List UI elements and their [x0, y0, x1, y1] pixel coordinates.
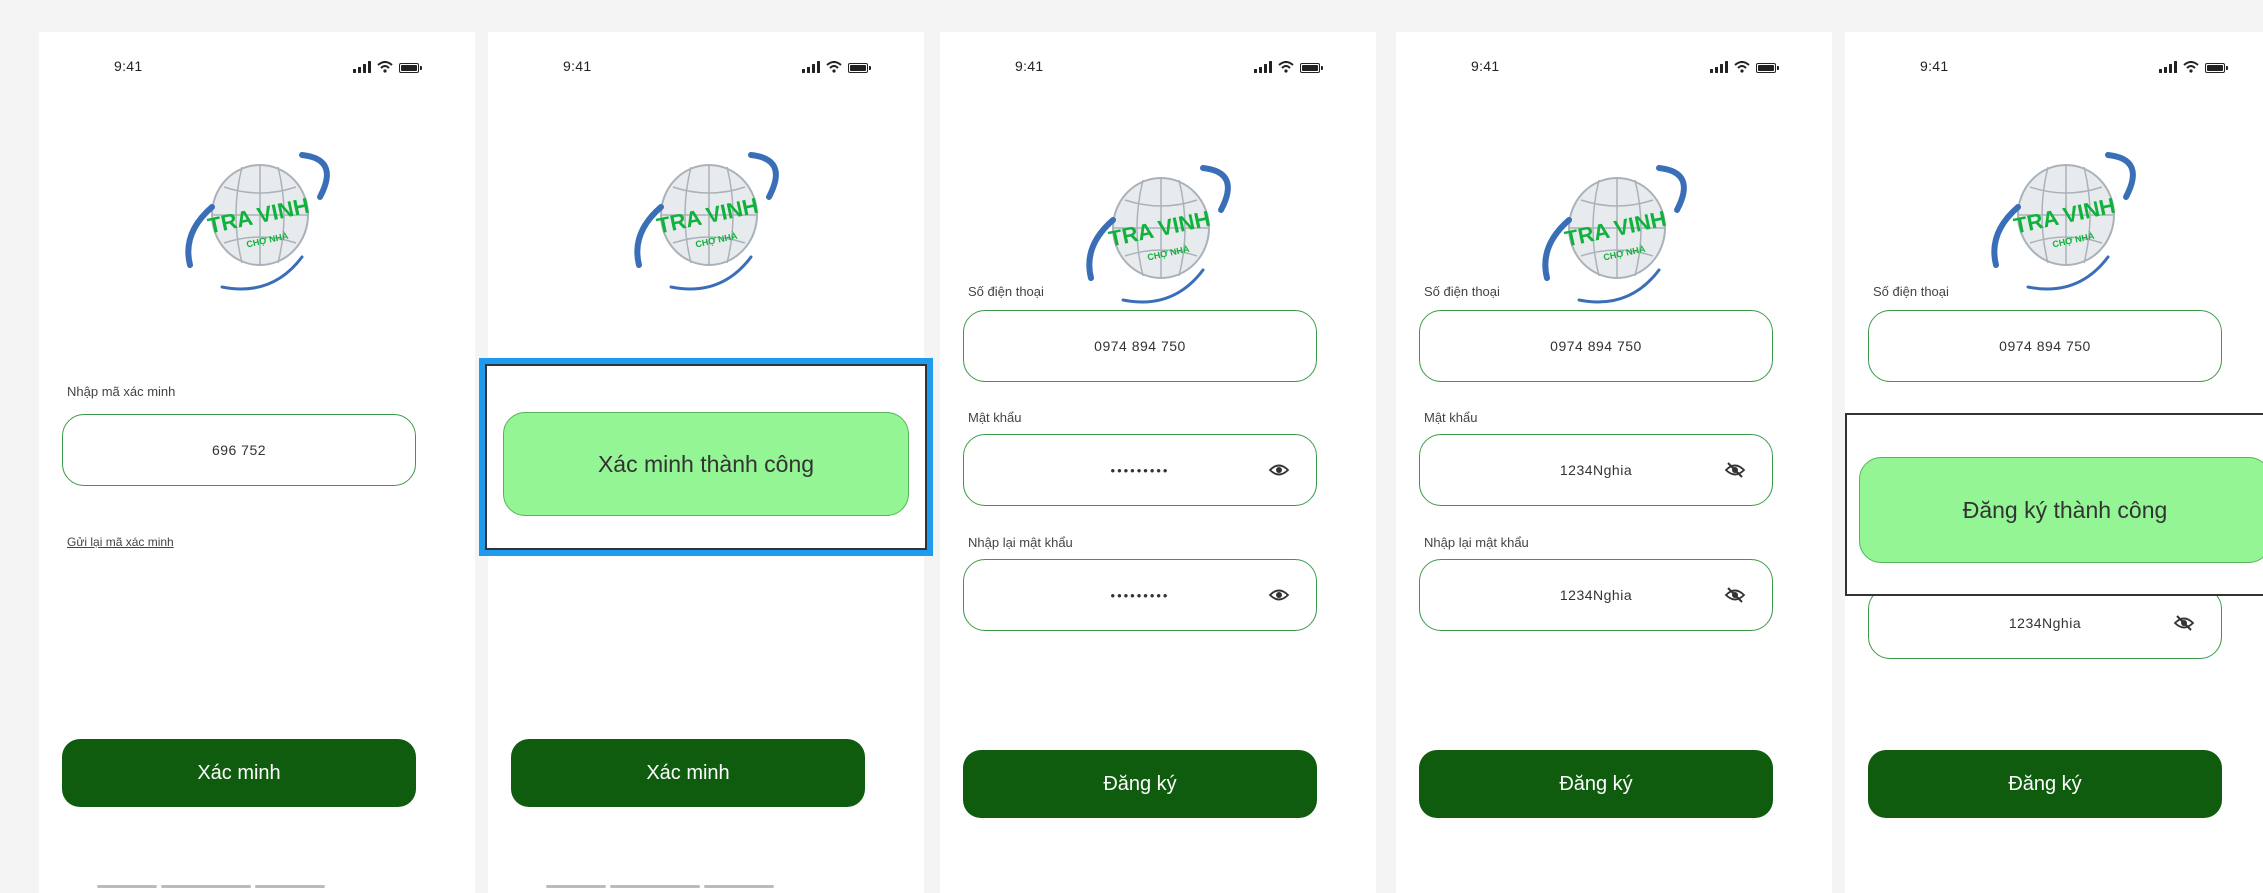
register-success-popup: Đăng ký thành công: [1845, 413, 2263, 596]
phone-value: 0974 894 750: [1999, 338, 2091, 354]
battery-icon: [848, 63, 871, 73]
phone-value: 0974 894 750: [1094, 338, 1186, 354]
signal-icon: [1254, 61, 1272, 73]
status-icons: [353, 59, 422, 73]
register-button[interactable]: Đăng ký: [1419, 750, 1773, 818]
status-icons: [1710, 59, 1779, 73]
phone-value: 0974 894 750: [1550, 338, 1642, 354]
signal-icon: [1710, 61, 1728, 73]
verify-success-popup: Xác minh thành công: [479, 358, 933, 556]
confirm-password-label: Nhập lại mật khẩu: [968, 535, 1073, 550]
screen-verify-code: 9:41 TRA VINH CHỢ NHÀ Nhập mã xác minh 6…: [39, 32, 475, 893]
confirm-password-label: Nhập lại mật khẩu: [1424, 535, 1529, 550]
password-value: •••••••••: [1110, 462, 1170, 478]
footnote: [97, 885, 357, 893]
confirm-password-value: •••••••••: [1110, 587, 1170, 603]
phone-label: Số điện thoại: [968, 284, 1044, 299]
password-value: 1234Nghia: [1559, 462, 1633, 478]
phone-label: Số điện thoại: [1873, 284, 1949, 299]
eye-icon[interactable]: [1268, 461, 1290, 479]
wifi-icon: [2183, 61, 2199, 73]
phone-input[interactable]: 0974 894 750: [1419, 310, 1773, 382]
battery-icon: [399, 63, 422, 73]
password-label: Mật khẩu: [1424, 410, 1478, 425]
resend-code-link[interactable]: Gửi lại mã xác minh: [67, 535, 174, 549]
signal-icon: [353, 61, 371, 73]
confirm-password-value: 1234Nghia: [1559, 587, 1633, 603]
app-logo: TRA VINH CHỢ NHÀ: [172, 137, 342, 297]
wifi-icon: [1278, 61, 1294, 73]
eye-off-icon[interactable]: [1724, 461, 1746, 479]
app-logo: TRA VINH CHỢ NHÀ: [1978, 137, 2148, 297]
eye-icon[interactable]: [1268, 586, 1290, 604]
eye-off-icon[interactable]: [1724, 586, 1746, 604]
verify-success-message[interactable]: Xác minh thành công: [503, 412, 909, 516]
eye-off-icon[interactable]: [2173, 614, 2195, 632]
wifi-icon: [1734, 61, 1750, 73]
wifi-icon: [377, 61, 393, 73]
status-time: 9:41: [1920, 58, 1949, 74]
app-logo: TRA VINH CHỢ NHÀ: [1529, 150, 1699, 310]
signal-icon: [802, 61, 820, 73]
code-input[interactable]: 696 752: [62, 414, 416, 486]
battery-icon: [2205, 63, 2228, 73]
app-logo: TRA VINH CHỢ NHÀ: [621, 137, 791, 297]
screen-register-visible: 9:41 TRA VINH CHỢ NHÀ Số điện thoại 0974…: [1396, 32, 1832, 893]
password-label: Mật khẩu: [968, 410, 1022, 425]
status-icons: [802, 59, 871, 73]
battery-icon: [1300, 63, 1323, 73]
screen-register-hidden: 9:41 TRA VINH CHỢ NHÀ Số điện thoại 0974…: [940, 32, 1376, 893]
password-input[interactable]: 1234Nghia: [1419, 434, 1773, 506]
status-icons: [1254, 59, 1323, 73]
footnote: [546, 885, 806, 893]
verify-button[interactable]: Xác minh: [511, 739, 865, 807]
status-time: 9:41: [114, 58, 143, 74]
confirm-password-input[interactable]: •••••••••: [963, 559, 1317, 631]
confirm-password-input[interactable]: 1234Nghia: [1868, 587, 2222, 659]
wifi-icon: [826, 61, 842, 73]
signal-icon: [2159, 61, 2177, 73]
status-time: 9:41: [1471, 58, 1500, 74]
status-icons: [2159, 59, 2228, 73]
verify-button[interactable]: Xác minh: [62, 739, 416, 807]
status-time: 9:41: [1015, 58, 1044, 74]
battery-icon: [1756, 63, 1779, 73]
password-input[interactable]: •••••••••: [963, 434, 1317, 506]
register-button[interactable]: Đăng ký: [1868, 750, 2222, 818]
confirm-password-value: 1234Nghia: [2008, 615, 2082, 631]
status-time: 9:41: [563, 58, 592, 74]
code-value: 696 752: [211, 442, 267, 458]
register-success-message[interactable]: Đăng ký thành công: [1859, 457, 2263, 563]
app-logo: TRA VINH CHỢ NHÀ: [1073, 150, 1243, 310]
code-label: Nhập mã xác minh: [67, 384, 176, 399]
phone-label: Số điện thoại: [1424, 284, 1500, 299]
phone-input[interactable]: 0974 894 750: [963, 310, 1317, 382]
phone-input[interactable]: 0974 894 750: [1868, 310, 2222, 382]
register-button[interactable]: Đăng ký: [963, 750, 1317, 818]
confirm-password-input[interactable]: 1234Nghia: [1419, 559, 1773, 631]
